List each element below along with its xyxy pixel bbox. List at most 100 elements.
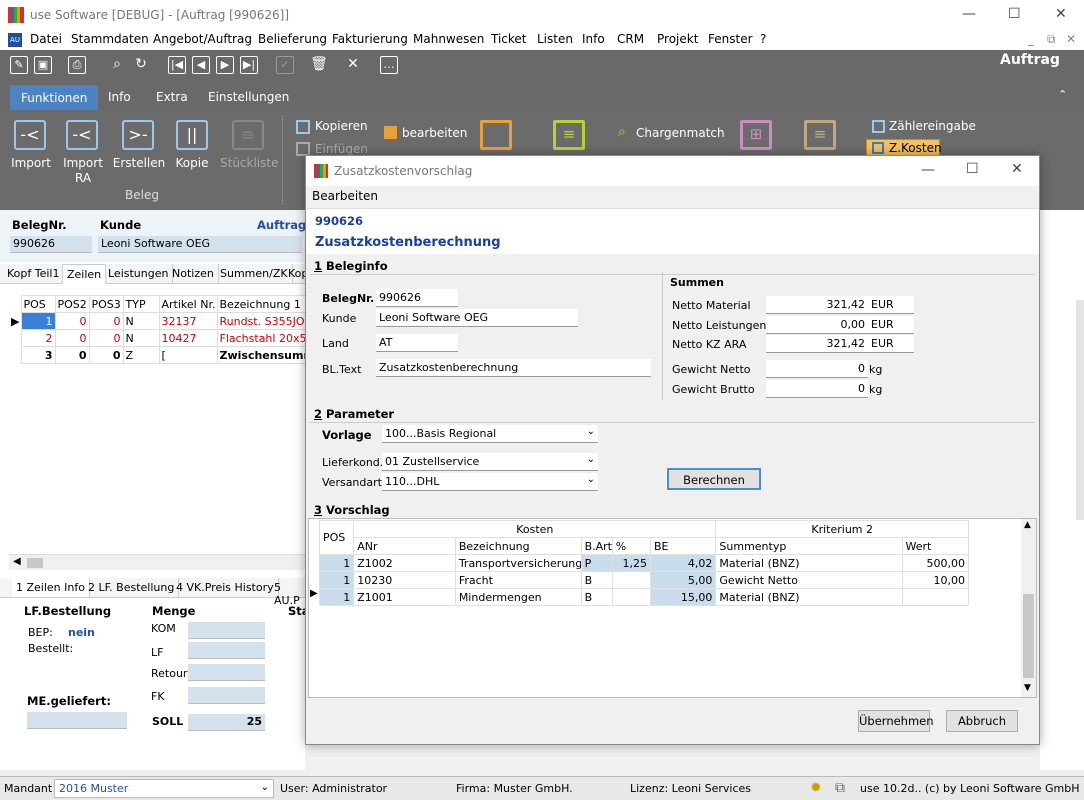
grid-cell[interactable]: Mindermengen (454, 588, 582, 606)
dlg-belegnr-field[interactable]: 990626 (376, 289, 458, 307)
menu-fenster[interactable]: Fenster (708, 32, 753, 46)
grid-header-artikel[interactable]: Artikel Nr. (158, 295, 218, 313)
tab-funktionen[interactable]: Funktionen (10, 85, 99, 110)
dialog-minimize-icon[interactable]: — (921, 162, 935, 178)
grid-horizontal-scrollbar[interactable]: ◀ (9, 554, 305, 570)
tab-info[interactable]: Info (98, 87, 141, 107)
last-record-icon[interactable]: ▶| (240, 56, 258, 74)
grid-cell[interactable]: B (580, 571, 613, 589)
vgrid-header-pos[interactable]: POS (318, 520, 355, 555)
grid-cell[interactable]: Material (BNZ) (715, 554, 903, 572)
main-vertical-scrollbar[interactable] (1076, 300, 1084, 520)
grid-header-pos[interactable]: POS (20, 295, 56, 313)
bearbeiten-icon[interactable] (384, 126, 397, 139)
tab-lf-bestellung[interactable]: 2 LF. Bestellung (84, 578, 180, 597)
cancel-icon[interactable]: ✕ (344, 56, 362, 74)
dialog-maximize-icon[interactable]: ☐ (966, 161, 979, 177)
table-row[interactable]: 2 0 0 N 10427 Flachstahl 20x5 E (9, 329, 306, 347)
prev-record-icon[interactable]: ◀ (192, 56, 210, 74)
grid-header-bezeichnung[interactable]: Bezeichnung 1 (216, 295, 306, 313)
dlg-kunde-field[interactable]: Leoni Software OEG (376, 309, 578, 327)
erstellen-button[interactable]: Erstellen (110, 156, 168, 171)
erstellen-icon[interactable]: >- (122, 120, 154, 150)
grid-cell[interactable]: Material (BNZ) (715, 588, 903, 606)
table-row[interactable]: 1 Z1002 Transportversicherung St P 1,25 … (318, 554, 970, 572)
grid-cell[interactable]: Transportversicherung St (454, 554, 582, 572)
subtab-leistungen[interactable]: Leistungen (104, 264, 174, 283)
kom-field[interactable] (188, 622, 265, 639)
print-icon[interactable]: ⎙ (68, 56, 86, 74)
menu-help[interactable]: ? (760, 32, 766, 46)
bearbeiten-button[interactable]: bearbeiten (402, 126, 467, 140)
grid-action-icon[interactable]: ⊞ (740, 120, 772, 150)
kunde-field[interactable]: Leoni Software OEG (98, 236, 302, 253)
next-record-icon[interactable]: ▶ (216, 56, 234, 74)
vgrid-header-pct[interactable]: % (611, 537, 651, 555)
netto-kz-field[interactable]: 321,42 (766, 335, 868, 353)
subtab-zeilen[interactable]: Zeilen (62, 264, 107, 284)
menu-ticket[interactable]: Ticket (491, 32, 527, 46)
delete-icon[interactable]: 🗑 (310, 56, 328, 74)
zaehlereingabe-icon[interactable] (872, 120, 885, 133)
menu-info[interactable]: Info (582, 32, 605, 46)
vgrid-header-be[interactable]: BE (649, 537, 717, 555)
vgrid-header-wert[interactable]: Wert (901, 537, 970, 555)
mandant-select[interactable]: 2016 Muster ⌄ (54, 779, 274, 798)
dlg-bltext-field[interactable]: Zusatzkostenberechnung (376, 359, 651, 377)
vgrid-header-anr[interactable]: ANr (353, 537, 456, 555)
dlg-land-field[interactable]: AT (376, 334, 458, 352)
kopieren-icon[interactable] (296, 120, 310, 134)
menu-stammdaten[interactable]: Stammdaten (71, 32, 149, 46)
grid-cell[interactable]: 5,00 (649, 571, 717, 589)
dialog-menu-bearbeiten[interactable]: Bearbeiten (312, 189, 378, 203)
table-row[interactable]: ▶ 1 0 0 N 32137 Rundst. S355JO (9, 312, 306, 330)
grid-cell[interactable]: 0 (88, 329, 124, 347)
menu-projekt[interactable]: Projekt (657, 32, 698, 46)
lieferkond-select[interactable]: 01 Zustellservice ⌄ (382, 453, 598, 471)
netto-material-field[interactable]: 321,42 (766, 296, 868, 314)
grid-cell[interactable]: 1 (318, 554, 355, 572)
grid-cell[interactable]: 1,25 (611, 554, 651, 572)
scroll-left-icon[interactable]: ◀ (13, 556, 21, 567)
vgrid-vertical-scrollbar[interactable]: ▲ ▼ (1021, 519, 1036, 697)
more-icon[interactable]: … (380, 56, 398, 74)
berechnen-button[interactable]: Berechnen (667, 468, 761, 490)
menu-mahnwesen[interactable]: Mahnwesen (413, 32, 484, 46)
grid-cell[interactable]: 10,00 (901, 571, 970, 589)
belegnr-field[interactable]: 990626 (10, 236, 92, 253)
grid-cell[interactable]: Zwischensumm (216, 346, 306, 364)
tab-vk-preis-history[interactable]: 4 VK.Preis History (172, 578, 279, 597)
save-icon[interactable]: ▣ (34, 56, 52, 74)
table-row[interactable]: 1 Z1001 Mindermengen B 15,00 Material (B… (318, 588, 970, 606)
subtab-summen[interactable]: Summen/ZK (216, 264, 293, 283)
vgrid-header-summentyp[interactable]: Summentyp (715, 537, 903, 555)
grid-cell[interactable]: Z1001 (353, 588, 456, 606)
search-icon[interactable]: ⌕ (108, 56, 126, 74)
lf-field[interactable] (188, 642, 265, 659)
grid-cell[interactable]: N (122, 312, 160, 330)
import-icon[interactable]: -< (14, 120, 46, 150)
gewicht-brutto-field[interactable]: 0 (766, 380, 868, 398)
grid-cell[interactable]: 0 (54, 329, 90, 347)
menu-belieferung[interactable]: Belieferung (258, 32, 327, 46)
vorlage-select[interactable]: 100...Basis Regional ⌄ (382, 425, 598, 443)
grid-cell[interactable]: 500,00 (901, 554, 970, 572)
uebernehmen-button[interactable]: Übernehmen (858, 710, 934, 732)
scroll-down-icon[interactable]: ▼ (1024, 683, 1031, 693)
kopie-icon[interactable]: || (176, 120, 208, 150)
import-button[interactable]: Import (6, 156, 56, 171)
grid-cell[interactable]: Z (122, 346, 160, 364)
chargenmatch-button[interactable]: Chargenmatch (636, 126, 725, 140)
vgrid-header-bezeichnung[interactable]: Bezeichnung (454, 537, 582, 555)
vgrid-header-bart[interactable]: B.Art (580, 537, 613, 555)
subtab-notizen[interactable]: Notizen (168, 264, 219, 283)
grid-cell[interactable]: 10427 (158, 329, 218, 347)
first-record-icon[interactable]: |◀ (168, 56, 186, 74)
grid-cell[interactable] (611, 571, 651, 589)
grid-cell[interactable]: 2 (20, 329, 56, 347)
orange-action-icon[interactable] (480, 120, 512, 150)
gewicht-netto-field[interactable]: 0 (766, 360, 868, 378)
refresh-icon[interactable]: ↻ (132, 56, 150, 74)
mdi-close-icon[interactable]: ✕ (1066, 32, 1076, 46)
network-icon[interactable]: ⧉ (835, 780, 845, 796)
